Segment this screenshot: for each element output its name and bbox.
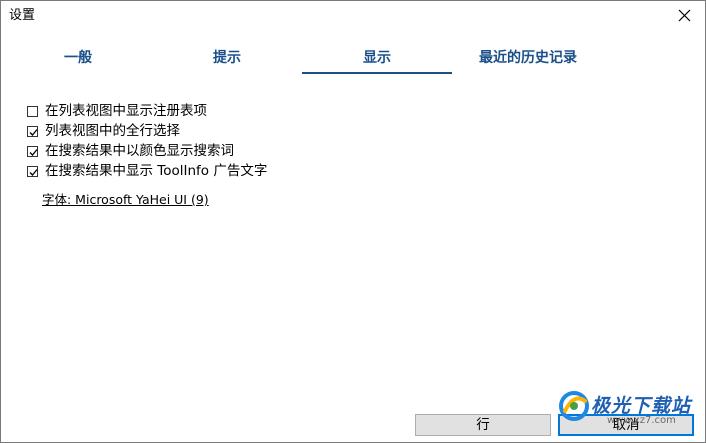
font-selector-link[interactable]: 字体: Microsoft YaHei UI (9) (42, 192, 209, 208)
checkbox-show-registry-keys[interactable] (27, 105, 38, 117)
close-button[interactable] (665, 1, 705, 31)
check-icon (29, 148, 38, 156)
option-label: 在搜索结果中显示 ToolInfo 广告文字 (45, 163, 268, 179)
title-bar: 设置 (1, 1, 705, 31)
option-highlight-search-terms[interactable]: 在搜索结果中以颜色显示搜索词 (27, 141, 267, 161)
settings-dialog: 设置 一般 提示 显示 最近的历史记录 在列表视图中显示注册表项 列表视图中的全… (0, 0, 706, 443)
check-icon (29, 168, 38, 176)
tab-strip: 一般 提示 显示 最近的历史记录 (1, 45, 705, 75)
cancel-button[interactable]: 取消 (558, 414, 694, 436)
checkbox-highlight-search-terms[interactable] (27, 145, 38, 157)
option-show-registry-keys[interactable]: 在列表视图中显示注册表项 (27, 101, 267, 121)
window-title: 设置 (9, 8, 36, 23)
close-icon (678, 9, 691, 22)
option-label: 在列表视图中显示注册表项 (45, 103, 207, 119)
tab-tips[interactable]: 提示 (192, 45, 262, 71)
check-icon (29, 128, 38, 136)
option-label: 在搜索结果中以颜色显示搜索词 (45, 143, 234, 159)
tab-recent-history[interactable]: 最近的历史记录 (463, 45, 593, 71)
checkbox-show-toolinfo-ad[interactable] (27, 165, 38, 177)
option-show-toolinfo-ad[interactable]: 在搜索结果中显示 ToolInfo 广告文字 (27, 161, 267, 181)
tab-display[interactable]: 显示 (302, 45, 452, 74)
ok-button[interactable]: 行 (415, 414, 551, 436)
tab-general[interactable]: 一般 (43, 45, 113, 71)
option-label: 列表视图中的全行选择 (45, 123, 180, 139)
options-list: 在列表视图中显示注册表项 列表视图中的全行选择 在搜索结果中以颜色显示搜索词 在… (27, 101, 267, 181)
checkbox-full-row-select[interactable] (27, 125, 38, 137)
option-full-row-select[interactable]: 列表视图中的全行选择 (27, 121, 267, 141)
